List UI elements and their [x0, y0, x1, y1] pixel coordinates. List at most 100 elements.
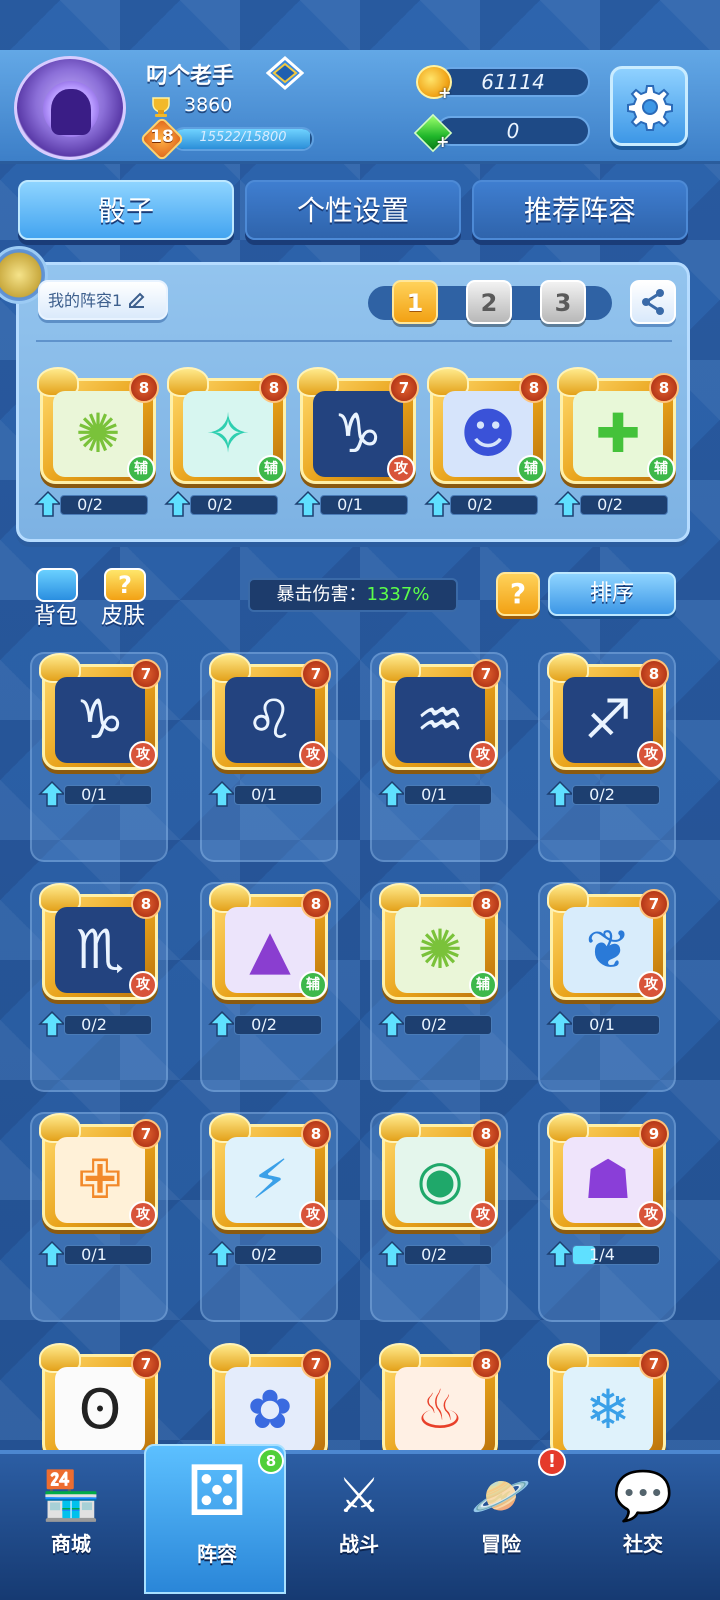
- upgrade-arrow-icon: [38, 1010, 66, 1037]
- upgrade-arrow-icon: [424, 490, 452, 517]
- dice-card[interactable]: ʘ7: [39, 1343, 161, 1460]
- nav-label: 社交: [623, 1532, 663, 1556]
- upgrade-arrow-icon: [208, 1010, 236, 1037]
- upgrade-count: 0/2: [251, 1245, 277, 1264]
- card-level-badge: 8: [259, 373, 289, 403]
- skin-label[interactable]: 皮肤: [101, 598, 145, 630]
- upgrade-count: 0/2: [251, 1015, 277, 1034]
- backpack-icon[interactable]: [36, 568, 78, 602]
- help-button[interactable]: ?: [496, 572, 540, 616]
- card-role-badge: 攻: [299, 741, 327, 769]
- dice-card[interactable]: ♌ 7 攻: [209, 653, 331, 770]
- deck-slot-1[interactable]: 1: [392, 280, 438, 324]
- chat-icon: 💬: [613, 1468, 673, 1524]
- dice-card[interactable]: ❦ 7 攻: [547, 883, 669, 1000]
- card-role-badge: 辅: [517, 455, 545, 483]
- share-icon: [642, 289, 664, 315]
- card-upgrade-progress: 0/2: [378, 1240, 496, 1268]
- card-role-badge: 攻: [129, 1201, 157, 1229]
- upgrade-count: 0/1: [251, 785, 277, 804]
- nav-chat[interactable]: 💬 社交: [572, 1458, 714, 1594]
- dice-card[interactable]: ♑ 7 攻: [39, 653, 161, 770]
- dice-card[interactable]: ♒ 7 攻: [379, 653, 501, 770]
- nav-label: 冒险: [481, 1532, 521, 1556]
- upgrade-count: 0/1: [81, 785, 107, 804]
- card-level-badge: 7: [301, 659, 331, 689]
- sort-button[interactable]: 排序: [548, 572, 676, 616]
- dice-card[interactable]: ◉ 8 攻: [379, 1113, 501, 1230]
- player-avatar[interactable]: [14, 56, 126, 160]
- nav-shop[interactable]: 🏪 商城: [0, 1458, 142, 1594]
- dice-card[interactable]: ♨ 8: [379, 1343, 501, 1460]
- card-upgrade-progress: 1/4: [546, 1240, 664, 1268]
- dice-card[interactable]: ♐ 8 攻: [547, 653, 669, 770]
- dice-card[interactable]: ☗ 9 攻: [547, 1113, 669, 1230]
- deck-name-button[interactable]: 我的阵容1: [38, 280, 168, 320]
- card-role-badge: 攻: [129, 971, 157, 999]
- tab-dice[interactable]: 骰子: [18, 180, 234, 240]
- card-frame: ❦ 7 攻: [547, 883, 669, 1000]
- upgrade-arrow-icon: [208, 780, 236, 807]
- card-level-badge: 7: [131, 659, 161, 689]
- card-upgrade-progress: 0/1: [546, 1010, 664, 1038]
- planet-icon: 🪐: [471, 1468, 531, 1524]
- card-level-badge: 8: [471, 1119, 501, 1149]
- upgrade-arrow-icon: [546, 1010, 574, 1037]
- card-upgrade-progress: 0/2: [38, 1010, 156, 1038]
- upgrade-count: 0/2: [597, 495, 623, 514]
- dice-card[interactable]: ☻ 8 辅: [427, 367, 549, 484]
- tab-recommended-deck[interactable]: 推荐阵容: [472, 180, 688, 240]
- card-frame: ✧ 8 辅: [167, 367, 289, 484]
- share-button[interactable]: [630, 280, 676, 324]
- backpack-label[interactable]: 背包: [34, 598, 78, 630]
- dice-card[interactable]: ▲ 8 辅: [209, 883, 331, 1000]
- panda-icon: ʘ: [55, 1367, 145, 1453]
- tab-customize[interactable]: 个性设置: [245, 180, 461, 240]
- upgrade-arrow-icon: [378, 1240, 406, 1267]
- upgrade-count: 0/1: [421, 785, 447, 804]
- card-level-badge: 7: [389, 373, 419, 403]
- card-level-badge: 9: [639, 1119, 669, 1149]
- card-level-badge: 8: [649, 373, 679, 403]
- dice-card[interactable]: ✧ 8 辅: [167, 367, 289, 484]
- card-level-badge: 8: [301, 889, 331, 919]
- dice-card[interactable]: ✺ 8 辅: [379, 883, 501, 1000]
- card-upgrade-progress: 0/1: [378, 780, 496, 808]
- upgrade-arrow-icon: [164, 490, 192, 517]
- dice-card[interactable]: ✺ 8 辅: [37, 367, 159, 484]
- gem-count: 0: [506, 119, 520, 143]
- dice-card[interactable]: ❄ 7: [547, 1343, 669, 1460]
- nav-planet[interactable]: 🪐 冒险: [430, 1458, 572, 1594]
- card-upgrade-progress: 0/2: [546, 780, 664, 808]
- card-frame: ♏ 8 攻: [39, 883, 161, 1000]
- dice-card[interactable]: ✚ 8 辅: [557, 367, 679, 484]
- upgrade-count: 0/2: [207, 495, 233, 514]
- upgrade-arrow-icon: [546, 1240, 574, 1267]
- dice-card[interactable]: ✙ 7 攻: [39, 1113, 161, 1230]
- rank-badge-icon[interactable]: [266, 56, 304, 90]
- card-role-badge: 辅: [299, 971, 327, 999]
- dice-card[interactable]: ♏ 8 攻: [39, 883, 161, 1000]
- card-frame: ✙ 7 攻: [39, 1113, 161, 1230]
- card-frame: ✺ 8 辅: [37, 367, 159, 484]
- dice-card[interactable]: ⚡ 8 攻: [209, 1113, 331, 1230]
- coin-icon[interactable]: +: [416, 65, 452, 102]
- card-level-badge: 7: [131, 1349, 161, 1379]
- crit-damage-display: 暴击伤害：1337%: [248, 578, 458, 612]
- card-frame: ▲ 8 辅: [209, 883, 331, 1000]
- card-level-badge: 7: [639, 889, 669, 919]
- nav-crossed-swords[interactable]: ⚔ 战斗: [288, 1458, 430, 1594]
- card-role-badge: 攻: [129, 741, 157, 769]
- deck-slot-3[interactable]: 3: [540, 280, 586, 324]
- card-upgrade-progress: 0/2: [34, 490, 152, 518]
- dice-card[interactable]: ♑ 7 攻: [297, 367, 419, 484]
- level-number: 18: [150, 127, 174, 147]
- edit-pencil-icon: [129, 292, 145, 308]
- card-level-badge: 8: [519, 373, 549, 403]
- card-frame: ♒ 7 攻: [379, 653, 501, 770]
- add-gem-icon[interactable]: +: [436, 132, 449, 151]
- deck-slot-2[interactable]: 2: [466, 280, 512, 324]
- settings-button[interactable]: [610, 66, 688, 146]
- username: 叼个老手: [146, 64, 235, 89]
- skin-icon[interactable]: ?: [104, 568, 146, 602]
